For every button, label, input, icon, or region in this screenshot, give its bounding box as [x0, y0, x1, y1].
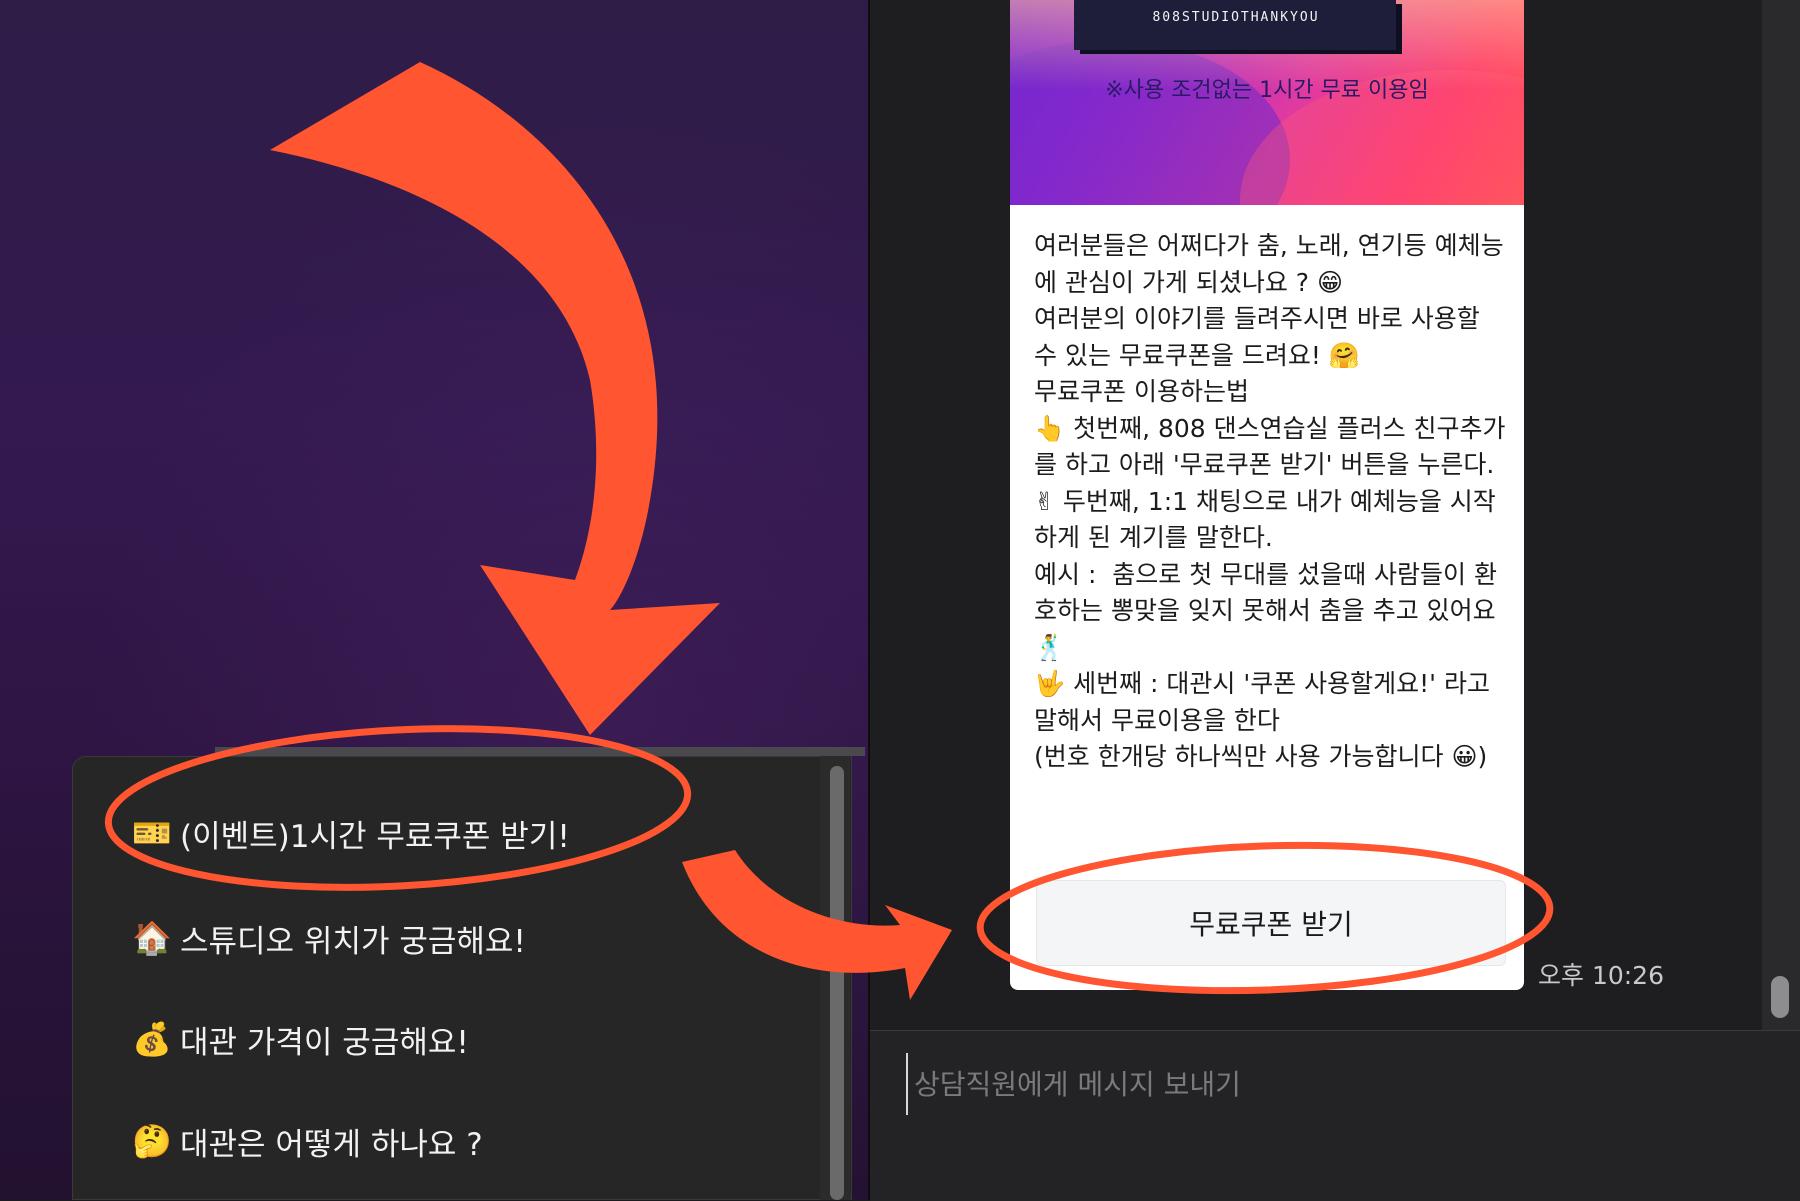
message-timestamp: 오후 10:26 [1538, 961, 1664, 990]
quick-reply-location[interactable]: 🏠 스튜디오 위치가 궁금해요! [132, 913, 526, 963]
house-icon: 🏠 [132, 919, 172, 957]
composer [870, 1030, 1800, 1201]
quick-reply-label: 대관은 어떻게 하나요 ? [180, 1126, 483, 1163]
money-bag-icon: 💰 [132, 1020, 172, 1058]
banner-note: ※사용 조건없는 1시간 무료 이용임 [1105, 78, 1429, 103]
quick-reply-label: (이벤트)1시간 무료쿠폰 받기! [180, 818, 570, 855]
message-input[interactable] [906, 1053, 1776, 1115]
menu-top-border [215, 747, 865, 756]
quick-reply-coupon[interactable]: 🎫 (이벤트)1시간 무료쿠폰 받기! [132, 808, 570, 858]
quick-reply-price[interactable]: 💰 대관 가격이 궁금해요! [132, 1014, 469, 1064]
message-card: 808STUDIOTHANKYOU ※사용 조건없는 1시간 무료 이용임 여러… [1010, 0, 1524, 990]
ticket-graphic [1074, 0, 1396, 50]
message-body: 여러분들은 어쩌다가 춤, 노래, 연기등 예체능에 관심이 가게 되셨나요 ?… [1034, 231, 1506, 771]
menu-scrollbar-thumb[interactable] [830, 766, 844, 1200]
ticket-code: 808STUDIOTHANKYOU [1152, 10, 1320, 25]
coupon-banner-image: 808STUDIOTHANKYOU ※사용 조건없는 1시간 무료 이용임 [1010, 0, 1524, 205]
chat-scrollbar-thumb[interactable] [1771, 976, 1789, 1018]
thinking-face-icon: 🤔 [132, 1122, 172, 1160]
get-coupon-button[interactable]: 무료쿠폰 받기 [1036, 880, 1506, 966]
quick-reply-how[interactable]: 🤔 대관은 어떻게 하나요 ? [132, 1116, 483, 1166]
chat-scrollbar[interactable] [1762, 0, 1800, 1030]
quick-reply-label: 대관 가격이 궁금해요! [180, 1024, 469, 1061]
quick-reply-menu: 🎫 (이벤트)1시간 무료쿠폰 받기! 🏠 스튜디오 위치가 궁금해요! 💰 대… [72, 756, 852, 1200]
quick-reply-label: 스튜디오 위치가 궁금해요! [180, 923, 526, 960]
ticket-icon: 🎫 [132, 814, 172, 852]
